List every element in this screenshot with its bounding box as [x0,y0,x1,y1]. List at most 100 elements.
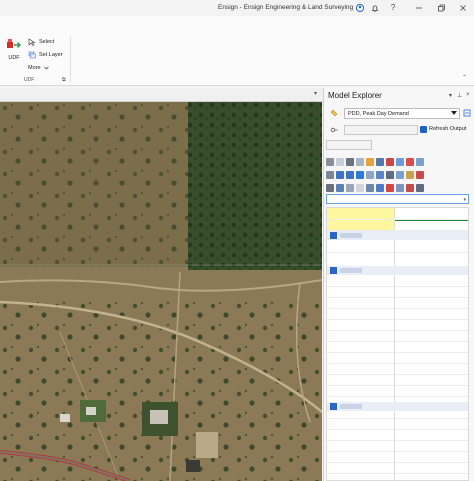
report-icon[interactable] [386,170,394,179]
filter-row [324,140,474,152]
sort-icon[interactable] [326,183,334,192]
filter-dropdown[interactable] [326,140,372,150]
property-grid[interactable] [326,207,469,481]
collapse-icon[interactable] [330,232,337,239]
section-label-placeholder [340,233,362,238]
scenario-manager-icon[interactable] [463,109,471,117]
collapse-ribbon-icon[interactable]: ⌃ [462,74,467,81]
columns-icon[interactable] [336,183,344,192]
options-icon[interactable] [346,183,354,192]
grid-row [327,330,468,331]
spacer-icon [356,183,364,192]
title-bar: Ensign - Ensign Engineering & Land Surve… [0,0,474,16]
grid-row [327,451,468,452]
more-button[interactable]: More [28,63,49,73]
grid-row [327,219,468,220]
set-layer-button[interactable]: Set Layer [28,50,63,60]
help-icon[interactable]: ? [388,3,398,13]
udf-button[interactable]: UDF [4,36,24,64]
pump-icon[interactable] [416,183,424,192]
grid-section-header[interactable] [327,266,468,275]
export-icon[interactable] [396,170,404,179]
section-label-placeholder [340,404,362,409]
junction-icon[interactable] [376,183,384,192]
restore-icon[interactable] [436,3,446,13]
udf-icon [7,39,21,48]
collapse-icon[interactable] [330,267,337,274]
filter-icon[interactable] [326,157,334,166]
find-icon[interactable] [356,157,364,166]
folder-icon[interactable] [366,157,374,166]
layers-icon [28,51,36,59]
minimize-icon[interactable] [414,3,424,13]
ribbon-group-label: UDF [24,77,35,83]
select-all-icon[interactable] [336,157,344,166]
save-icon[interactable] [376,157,384,166]
user-icon[interactable] [355,3,365,13]
model-explorer-panel: Model Explorer ▾ ⊥ × PDD, Peak Day Deman… [323,88,474,481]
grid-row [327,363,468,364]
select-cursor-icon [28,38,36,46]
explorer-toolbar-2 [326,169,473,180]
grid-row [327,341,468,342]
grid-row [327,374,468,375]
delete-icon[interactable] [386,157,394,166]
panel-menu-icon[interactable]: ▾ [449,92,452,99]
search-input[interactable]: ▾ [326,194,469,204]
grid-row [327,286,468,287]
refresh-output-checkbox[interactable] [420,126,427,133]
grid-row [327,319,468,320]
more-label: More [28,65,41,71]
panel-close-icon[interactable]: × [466,92,470,98]
set-layer-label: Set Layer [39,52,63,58]
grid-row [327,440,468,441]
highlight-icon[interactable] [406,157,414,166]
group-dialog-launcher-icon[interactable]: ⧉ [62,77,66,83]
bell-icon[interactable] [370,3,380,13]
grid-row [327,396,468,397]
grid-section-header[interactable] [327,402,468,411]
tab-menu-icon[interactable]: ▾ [314,90,317,97]
select-button[interactable]: Select [28,37,54,47]
ribbon-group-divider [70,36,71,82]
grid-row [327,462,468,463]
alert-icon[interactable] [386,183,394,192]
pin-icon[interactable]: ⊥ [457,92,462,99]
edit-icon[interactable] [406,170,414,179]
close-icon[interactable] [458,3,468,13]
map-view[interactable] [0,102,322,481]
grid-icon[interactable] [346,157,354,166]
grid-row [327,297,468,298]
run-icon[interactable] [326,170,334,179]
copy-icon[interactable] [396,157,404,166]
model-explorer-header: Model Explorer ▾ ⊥ × [324,88,474,104]
grid-row [327,352,468,353]
clear-icon[interactable] [416,170,424,179]
tank-icon[interactable] [396,183,404,192]
grid-row [327,418,468,419]
aerial-imagery [0,102,322,481]
grid-row [327,473,468,474]
pipe-icon[interactable] [366,183,374,192]
valve-icon[interactable] [406,183,414,192]
explorer-toolbar-3 [326,182,473,193]
chart-icon[interactable] [366,170,374,179]
scenario-dropdown[interactable]: PDD, Peak Day Demand [344,108,460,119]
explorer-toolbar-1 [326,156,473,167]
scenario-value: PDD, Peak Day Demand [348,111,409,117]
refresh-icon[interactable] [356,170,364,179]
collapse-icon[interactable] [330,403,337,410]
grid-row [327,385,468,386]
grid-section-header[interactable] [327,231,468,240]
grid-row [327,429,468,430]
forward-icon[interactable] [346,170,354,179]
key-icon [330,127,338,133]
window-title: Ensign - Ensign Engineering & Land Surve… [218,4,354,11]
caret-down-icon [451,111,457,115]
back-icon[interactable] [336,170,344,179]
ribbon-tab-strip [0,16,474,32]
grid-row [327,252,468,253]
zoom-icon[interactable] [376,170,384,179]
output-time-dropdown[interactable] [344,125,418,135]
table-icon[interactable] [416,157,424,166]
